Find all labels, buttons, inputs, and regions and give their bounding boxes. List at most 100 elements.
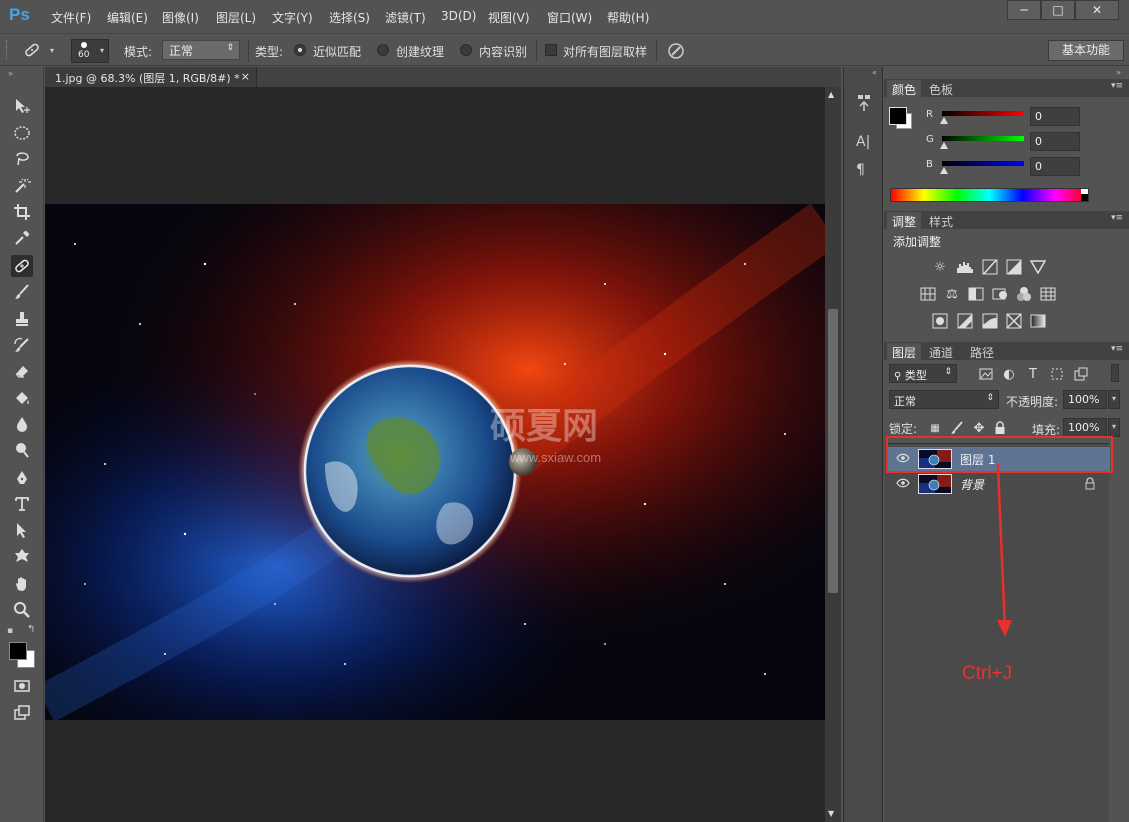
red-track[interactable] [942,111,1024,116]
sample-all-layers-label[interactable]: 对所有图层取样 [563,43,647,60]
eyedropper-icon[interactable] [11,227,33,249]
red-value-input[interactable]: 0 [1030,107,1080,126]
red-slider-thumb[interactable] [940,117,948,124]
dodge-tool-icon[interactable] [11,439,33,461]
green-track[interactable] [942,136,1024,141]
scrollbar-thumb[interactable] [828,309,838,593]
photo-filter-icon[interactable] [991,285,1009,303]
brightness-icon[interactable]: ☼ [931,258,949,276]
black-white-icon[interactable] [967,285,985,303]
hand-tool-icon[interactable] [11,573,33,595]
selective-color-icon[interactable] [1005,312,1023,330]
tab-channels[interactable]: 通道 [924,343,958,360]
workspace-switcher-button[interactable]: 基本功能 [1048,40,1124,61]
layer-name[interactable]: 背景 [960,476,984,493]
paint-bucket-icon[interactable] [11,387,33,409]
lock-transparent-icon[interactable]: ▦ [926,419,944,437]
filter-adjustment-icon[interactable]: ◐ [1000,365,1018,383]
tab-styles[interactable]: 样式 [924,212,958,229]
opacity-input[interactable]: 100% [1063,390,1107,409]
exposure-icon[interactable] [1005,258,1023,276]
menu-layer[interactable]: 图层(L) [216,9,256,26]
menu-filter[interactable]: 滤镜(T) [385,9,426,26]
black-swatch[interactable] [1081,194,1088,201]
close-button[interactable]: ✕ [1075,0,1119,20]
healing-brush-icon[interactable] [11,255,33,277]
radio-content-aware[interactable] [460,44,472,56]
radio-create-texture[interactable] [377,44,389,56]
foreground-color-swatch[interactable] [9,642,27,660]
blue-slider-thumb[interactable] [940,167,948,174]
move-tool-icon[interactable] [11,95,33,117]
type-tool-icon[interactable] [11,493,33,515]
quick-mask-icon[interactable] [11,675,33,697]
curves-icon[interactable] [981,258,999,276]
menu-image[interactable]: 图像(I) [162,9,199,26]
radio-texture-label[interactable]: 创建纹理 [396,43,444,60]
elliptical-marquee-icon[interactable] [11,122,33,144]
pen-tool-icon[interactable] [11,467,33,489]
path-selection-icon[interactable] [11,519,33,541]
color-spectrum-ramp[interactable] [890,188,1089,202]
menu-help[interactable]: 帮助(H) [607,9,649,26]
preset-dropdown-arrow[interactable]: ▾ [50,46,54,55]
collapse-panels-icon[interactable]: « [872,68,877,77]
character-panel-icon[interactable]: A| [856,134,870,150]
clone-stamp-icon[interactable] [11,308,33,330]
screen-mode-icon[interactable] [11,702,33,724]
eraser-icon[interactable] [11,360,33,382]
fill-input[interactable]: 100% [1063,418,1107,437]
history-brush-icon[interactable] [11,334,33,356]
swap-colors-icon[interactable]: ↰ [27,624,35,635]
close-tab-icon[interactable]: × [241,70,250,83]
scroll-down-icon[interactable]: ▼ [828,809,834,818]
default-colors-icon[interactable]: ▪ [7,626,13,636]
layer-list-scroll-gutter[interactable] [1110,443,1129,822]
filter-smart-object-icon[interactable] [1072,365,1090,383]
menu-select[interactable]: 选择(S) [329,9,370,26]
red-slider[interactable]: R 0 [926,107,1126,127]
lasso-tool-icon[interactable] [11,148,33,170]
tab-layers[interactable]: 图层 [887,343,922,360]
opacity-dropdown-arrow[interactable]: ▾ [1108,390,1120,409]
visibility-eye-icon[interactable] [896,477,910,491]
vertical-scrollbar[interactable]: ▲ ▼ [825,87,841,822]
space-earth-image[interactable]: 硕夏网 www.sxiaw.com [45,204,825,720]
color-balance-icon[interactable]: ⚖ [943,285,961,303]
pressure-size-icon[interactable] [666,41,686,64]
panel-foreground-swatch[interactable] [889,107,907,125]
blue-value-input[interactable]: 0 [1030,157,1080,176]
blue-slider[interactable]: B 0 [926,157,1126,177]
expand-panels-icon[interactable]: » [1116,68,1121,77]
filter-toggle[interactable] [1111,364,1119,382]
zoom-tool-icon[interactable] [11,599,33,621]
filter-type-icon[interactable]: T [1024,365,1042,383]
tab-adjustments[interactable]: 调整 [887,212,922,229]
healing-brush-preset-icon[interactable] [22,41,42,62]
green-value-input[interactable]: 0 [1030,132,1080,151]
menu-edit[interactable]: 编辑(E) [107,9,148,26]
blend-mode-select[interactable]: 正常 ⇕ [889,390,999,409]
blue-track[interactable] [942,161,1024,166]
crop-tool-icon[interactable] [11,201,33,223]
hue-saturation-icon[interactable] [919,285,937,303]
lock-image-icon[interactable] [948,419,966,437]
green-slider-thumb[interactable] [940,142,948,149]
collapse-toolbar-icon[interactable]: » [8,69,13,78]
channel-mixer-icon[interactable] [1015,285,1033,303]
menu-3d[interactable]: 3D(D) [441,9,476,23]
minimize-button[interactable]: ─ [1007,0,1041,20]
lock-all-icon[interactable] [991,419,1009,437]
menu-view[interactable]: 视图(V) [488,9,530,26]
magic-wand-icon[interactable] [11,175,33,197]
green-slider[interactable]: G 0 [926,132,1126,152]
tab-swatches[interactable]: 色板 [924,80,958,97]
gradient-map-icon[interactable] [1029,312,1047,330]
history-panel-icon[interactable] [856,94,872,116]
sample-all-layers-checkbox[interactable] [545,44,557,56]
menu-type[interactable]: 文字(Y) [272,9,313,26]
panel-menu-icon[interactable]: ▾≡ [1111,344,1123,354]
canvas-area[interactable]: 硕夏网 www.sxiaw.com [45,87,825,822]
custom-shape-icon[interactable] [11,545,33,567]
lock-position-icon[interactable]: ✥ [970,419,988,437]
